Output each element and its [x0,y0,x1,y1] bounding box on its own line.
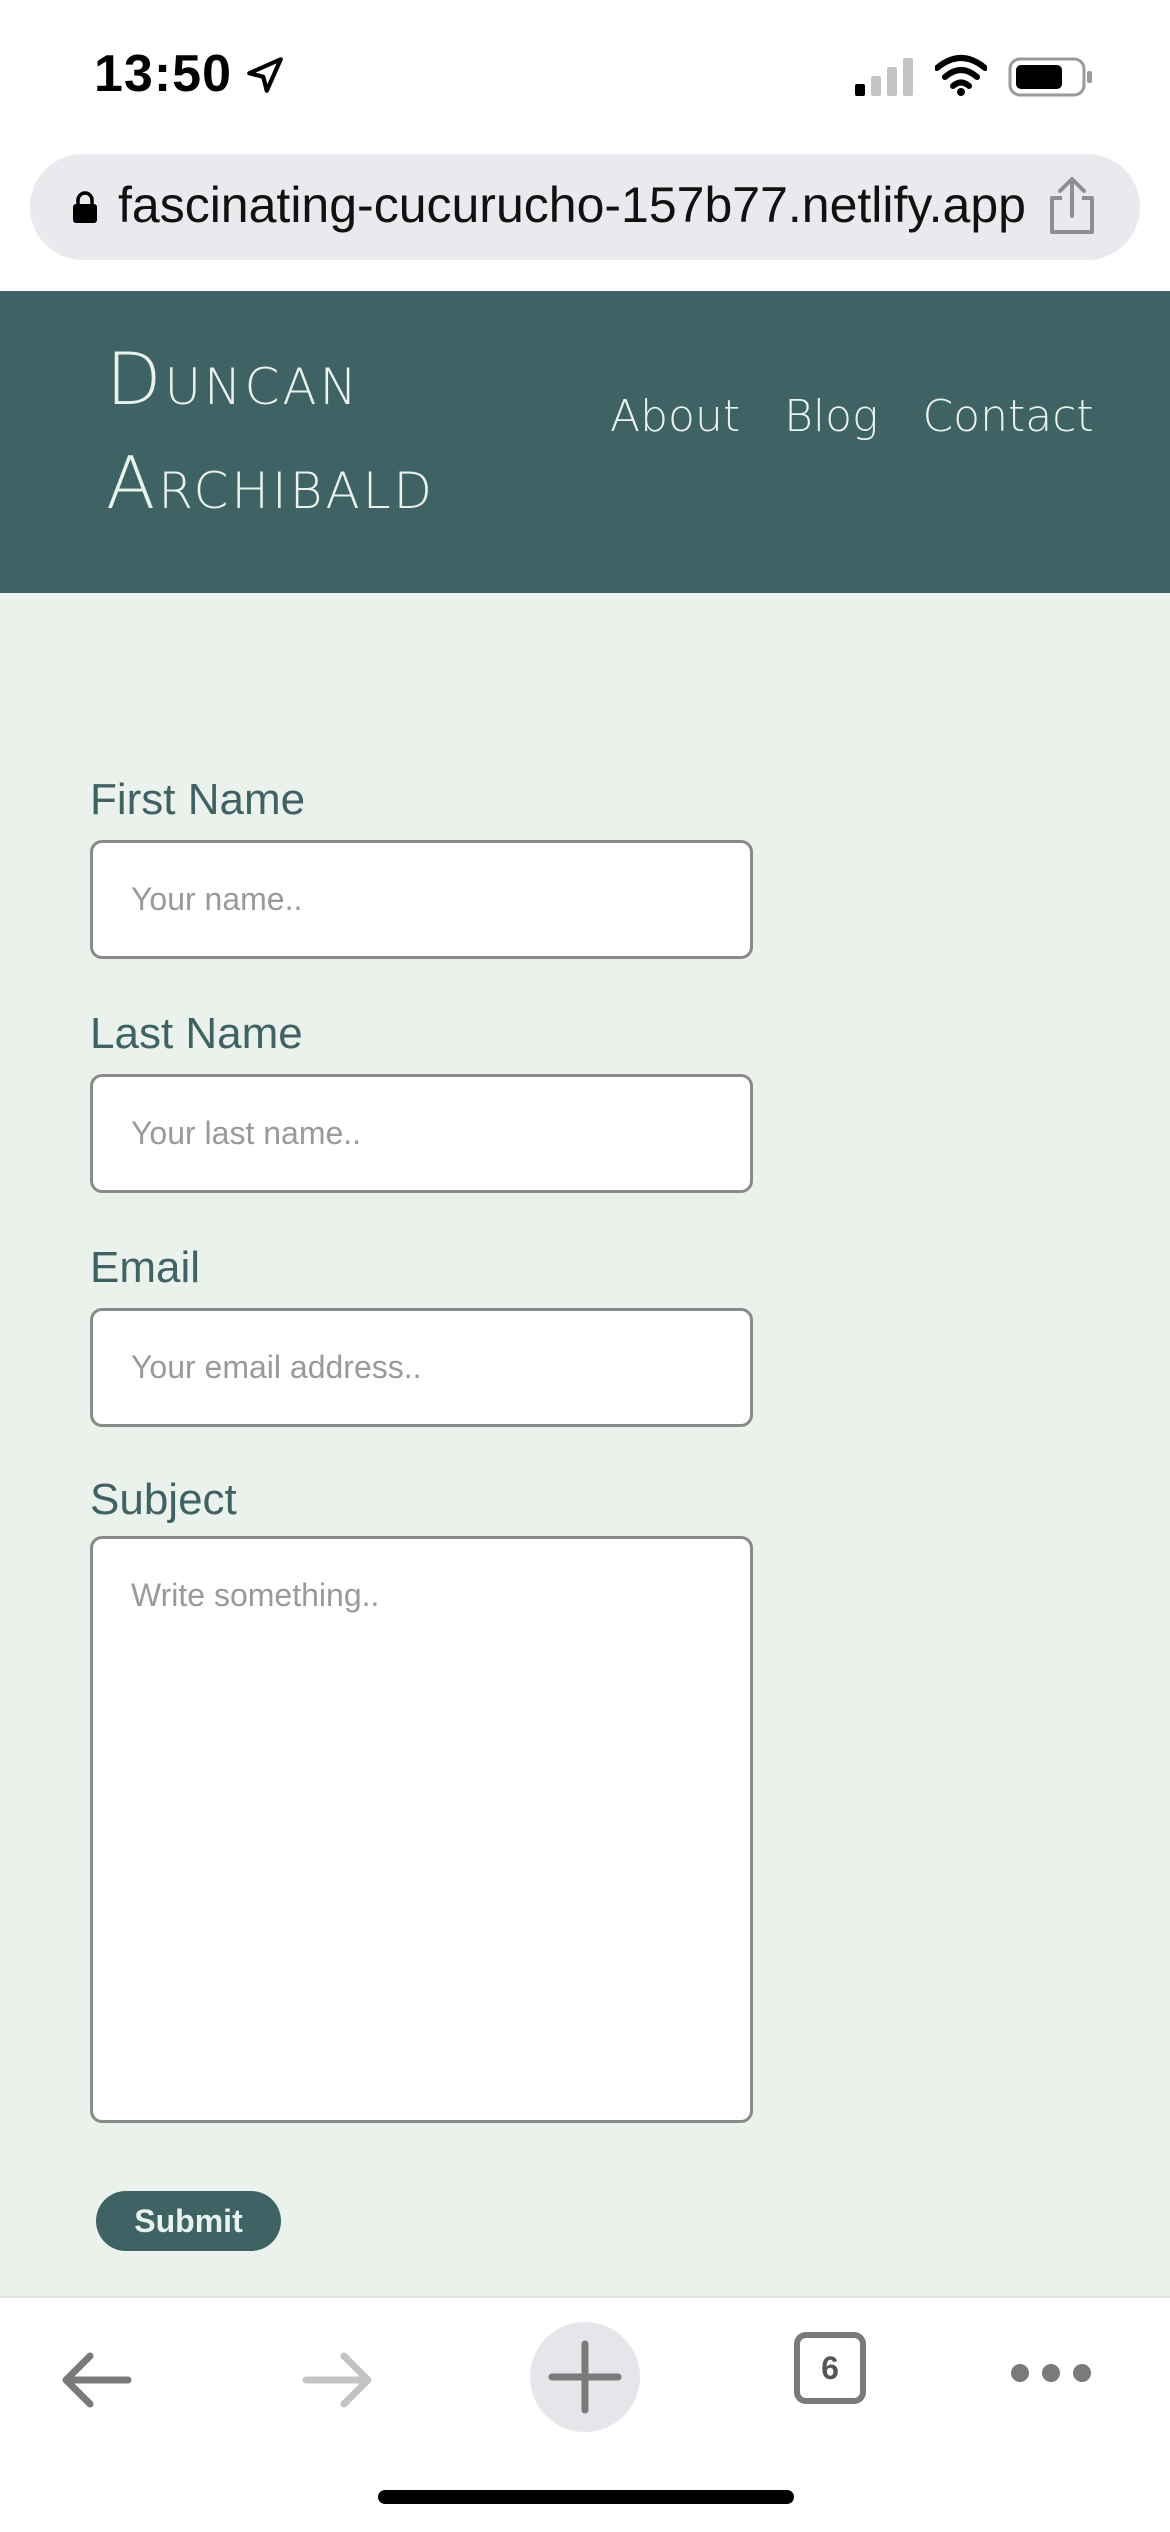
main-nav: About Blog Contact [610,391,1094,442]
email-input[interactable] [90,1308,753,1427]
contact-form: First Name Last Name Email Subject Submi… [0,593,1170,2296]
wifi-icon [935,55,987,96]
email-label: Email [90,1243,201,1292]
url-text: fascinating-cucurucho-157b77.netlify.app [118,177,1026,233]
tabs-button[interactable]: 6 [794,2332,866,2404]
site-title-line1: Duncan [106,337,360,421]
first-name-input[interactable] [90,840,753,959]
lock-icon [73,191,97,223]
subject-label: Subject [90,1475,237,1524]
new-tab-button[interactable] [530,2322,640,2432]
location-arrow-icon [247,57,283,93]
status-time: 13:50 [94,45,232,103]
back-arrow-icon[interactable] [56,2340,136,2420]
subject-textarea[interactable] [90,1536,753,2123]
site-title[interactable]: Duncan Archibald [106,327,435,535]
nav-link-contact[interactable]: Contact [922,391,1093,442]
address-bar[interactable]: fascinating-cucurucho-157b77.netlify.app [30,154,1140,260]
battery-icon [1008,57,1092,97]
share-icon[interactable] [1046,176,1098,236]
submit-button[interactable]: Submit [96,2191,281,2251]
nav-link-about[interactable]: About [610,391,740,442]
plus-icon [548,2340,622,2414]
cellular-signal-icon [855,58,913,96]
home-indicator [378,2490,794,2504]
more-options-icon[interactable] [1008,2358,1094,2388]
last-name-input[interactable] [90,1074,753,1193]
last-name-label: Last Name [90,1009,303,1058]
nav-link-blog[interactable]: Blog [784,391,878,442]
site-title-line2: Archibald [106,441,436,525]
first-name-label: First Name [90,775,306,824]
status-bar: 13:50 [0,0,1170,150]
forward-arrow-icon[interactable] [298,2340,378,2420]
site-header: Duncan Archibald About Blog Contact [0,291,1170,593]
